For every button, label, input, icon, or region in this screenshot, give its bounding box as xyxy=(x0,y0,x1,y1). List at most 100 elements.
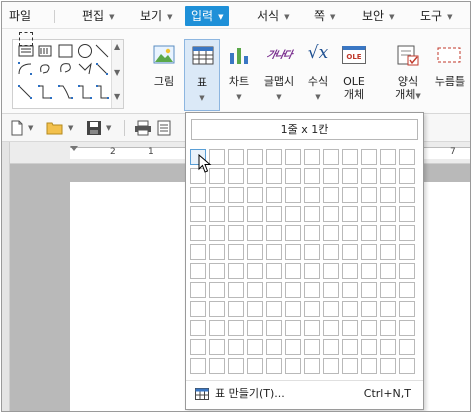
grid-cell[interactable] xyxy=(304,187,320,203)
grid-cell[interactable] xyxy=(247,358,263,374)
grid-cell[interactable] xyxy=(323,244,339,260)
grid-cell[interactable] xyxy=(304,149,320,165)
menu-edit[interactable]: 편집 ▼ xyxy=(82,6,114,26)
grid-cell[interactable] xyxy=(380,187,396,203)
open-folder-icon[interactable] xyxy=(46,120,64,136)
scroll-up-icon[interactable]: ▲ xyxy=(114,42,120,51)
grid-cell[interactable] xyxy=(342,282,358,298)
grid-cell[interactable] xyxy=(247,301,263,317)
grid-cell[interactable] xyxy=(228,301,244,317)
menu-view[interactable]: 보기 ▼ xyxy=(140,6,172,26)
grid-cell[interactable] xyxy=(190,187,206,203)
shapes-gallery[interactable]: ▲ ▼ ▼ xyxy=(12,39,124,109)
grid-cell[interactable] xyxy=(228,263,244,279)
grid-cell[interactable] xyxy=(323,187,339,203)
print-icon[interactable] xyxy=(134,120,152,136)
grid-cell[interactable] xyxy=(209,320,225,336)
grid-cell[interactable] xyxy=(190,282,206,298)
grid-cell[interactable] xyxy=(399,168,415,184)
grid-cell[interactable] xyxy=(361,187,377,203)
grid-cell[interactable] xyxy=(228,168,244,184)
scroll-down-icon[interactable]: ▼ xyxy=(114,68,120,77)
grid-cell[interactable] xyxy=(190,206,206,222)
grid-cell[interactable] xyxy=(399,149,415,165)
table-button[interactable]: 표 ▼ xyxy=(184,39,220,111)
grid-cell[interactable] xyxy=(380,168,396,184)
grid-cell[interactable] xyxy=(361,282,377,298)
grid-cell[interactable] xyxy=(304,301,320,317)
menu-format[interactable]: 서식 ▼ xyxy=(257,6,289,26)
grid-cell[interactable] xyxy=(209,282,225,298)
grid-cell[interactable] xyxy=(266,358,282,374)
grid-cell[interactable] xyxy=(247,320,263,336)
grid-cell[interactable] xyxy=(342,149,358,165)
ole-object-button[interactable]: OLE OLE 개체 xyxy=(338,43,370,107)
grid-cell[interactable] xyxy=(190,358,206,374)
grid-cell[interactable] xyxy=(342,168,358,184)
grid-cell[interactable] xyxy=(380,339,396,355)
grid-cell[interactable] xyxy=(285,301,301,317)
grid-cell[interactable] xyxy=(247,149,263,165)
grid-cell[interactable] xyxy=(228,244,244,260)
grid-cell[interactable] xyxy=(266,206,282,222)
grid-cell[interactable] xyxy=(285,149,301,165)
preview-icon[interactable] xyxy=(156,120,172,136)
grid-cell[interactable] xyxy=(342,206,358,222)
form-object-button[interactable]: 양식 개체▼ xyxy=(390,43,426,107)
grid-cell[interactable] xyxy=(247,282,263,298)
grid-cell[interactable] xyxy=(285,225,301,241)
grid-cell[interactable] xyxy=(361,206,377,222)
grid-cell[interactable] xyxy=(399,206,415,222)
grid-cell[interactable] xyxy=(323,320,339,336)
grid-cell[interactable] xyxy=(228,206,244,222)
grid-cell[interactable] xyxy=(247,206,263,222)
open-dropdown-arrow-icon[interactable]: ▼ xyxy=(68,124,73,132)
grid-cell[interactable] xyxy=(285,206,301,222)
grid-cell[interactable] xyxy=(380,149,396,165)
grid-cell[interactable] xyxy=(380,358,396,374)
menu-file[interactable]: 파일 xyxy=(9,6,31,26)
grid-cell[interactable] xyxy=(247,244,263,260)
grid-cell[interactable] xyxy=(380,206,396,222)
grid-cell[interactable] xyxy=(285,263,301,279)
grid-cell[interactable] xyxy=(190,225,206,241)
shapes-scrollbar[interactable]: ▲ ▼ ▼ xyxy=(111,40,123,108)
grid-cell[interactable] xyxy=(342,244,358,260)
grid-cell[interactable] xyxy=(190,263,206,279)
grid-cell[interactable] xyxy=(266,320,282,336)
wordart-dropdown-arrow-icon[interactable]: ▼ xyxy=(260,93,298,101)
new-document-icon[interactable] xyxy=(10,120,24,136)
table-dropdown-arrow-icon[interactable]: ▼ xyxy=(185,94,219,102)
grid-cell[interactable] xyxy=(342,339,358,355)
grid-cell[interactable] xyxy=(266,168,282,184)
grid-cell[interactable] xyxy=(342,320,358,336)
grid-cell[interactable] xyxy=(247,168,263,184)
formula-dropdown-arrow-icon[interactable]: ▼ xyxy=(302,93,334,101)
grid-cell[interactable] xyxy=(266,149,282,165)
grid-cell[interactable] xyxy=(399,282,415,298)
grid-cell[interactable] xyxy=(190,320,206,336)
grid-cell[interactable] xyxy=(380,225,396,241)
grid-cell[interactable] xyxy=(209,187,225,203)
grid-cell[interactable] xyxy=(266,263,282,279)
grid-cell[interactable] xyxy=(361,320,377,336)
grid-cell[interactable] xyxy=(209,339,225,355)
grid-cell[interactable] xyxy=(190,339,206,355)
grid-cell[interactable] xyxy=(209,225,225,241)
grid-cell[interactable] xyxy=(285,358,301,374)
grid-cell[interactable] xyxy=(342,225,358,241)
grid-cell[interactable] xyxy=(361,263,377,279)
grid-cell[interactable] xyxy=(399,244,415,260)
grid-cell[interactable] xyxy=(304,263,320,279)
grid-cell[interactable] xyxy=(304,282,320,298)
grid-cell[interactable] xyxy=(399,358,415,374)
grid-cell[interactable] xyxy=(323,168,339,184)
grid-cell[interactable] xyxy=(342,358,358,374)
indent-marker-icon[interactable] xyxy=(70,146,78,151)
grid-cell[interactable] xyxy=(247,263,263,279)
click-field-button[interactable]: 누름틀 xyxy=(430,43,470,107)
grid-cell[interactable] xyxy=(247,225,263,241)
grid-cell[interactable] xyxy=(285,320,301,336)
grid-cell[interactable] xyxy=(342,301,358,317)
grid-cell[interactable] xyxy=(228,358,244,374)
